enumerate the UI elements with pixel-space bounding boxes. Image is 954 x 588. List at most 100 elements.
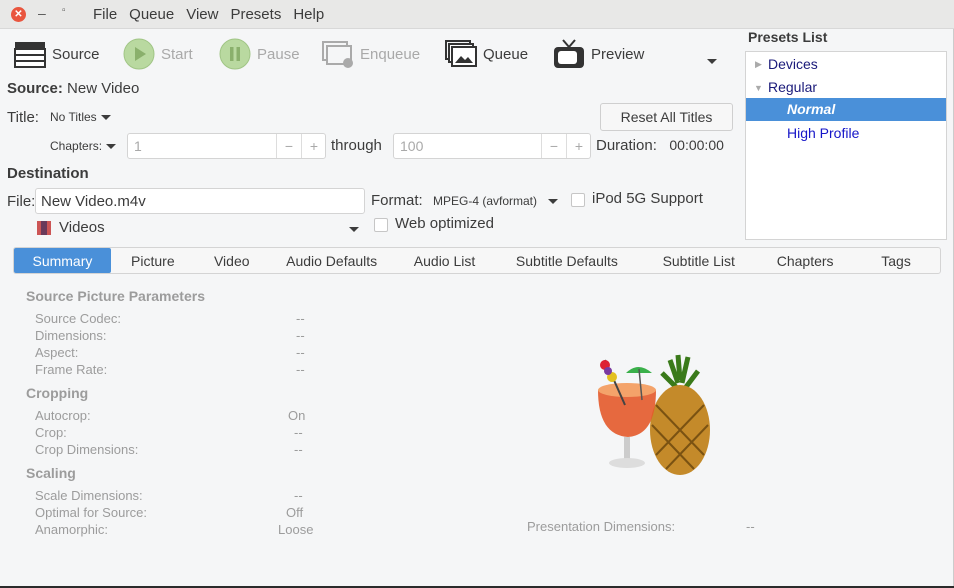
handbrake-logo-icon (598, 354, 710, 475)
tab-tags[interactable]: Tags (852, 248, 940, 273)
play-icon (123, 38, 155, 70)
increment-button[interactable]: + (301, 134, 326, 158)
maximize-button[interactable]: ▫ (62, 5, 66, 16)
title-select[interactable]: No Titles (46, 106, 115, 128)
reset-all-titles-button[interactable]: Reset All Titles (600, 103, 733, 131)
start-label: Start (161, 45, 193, 63)
file-value: New Video.m4v (41, 193, 146, 210)
format-select[interactable]: MPEG-4 (avformat) (429, 190, 563, 212)
format-value: MPEG-4 (avformat) (433, 194, 538, 208)
start-button[interactable]: Start (123, 38, 193, 70)
crop-value: -- (294, 425, 303, 440)
queue-button[interactable]: Queue (445, 40, 528, 68)
title-label: Title: (7, 109, 39, 126)
folder-value: Videos (59, 219, 105, 236)
tab-bar: Summary Picture Video Audio Defaults Aud… (13, 247, 941, 274)
preset-high-profile[interactable]: High Profile (787, 125, 859, 141)
duration-label: Duration: (596, 137, 657, 154)
frame-rate-value: -- (296, 362, 305, 377)
title-value: No Titles (50, 110, 97, 124)
chapters-mode: Chapters: (50, 139, 103, 153)
source-codec-value: -- (296, 311, 305, 326)
dimensions-label: Dimensions: (35, 328, 107, 343)
enqueue-icon (322, 41, 353, 68)
tab-subtitle-list[interactable]: Subtitle List (639, 248, 758, 273)
tab-video[interactable]: Video (195, 248, 269, 273)
autocrop-label: Autocrop: (35, 408, 91, 423)
decrement-button[interactable]: − (541, 134, 566, 158)
menu-bar: File Queue View Presets Help (93, 6, 336, 23)
chapter-start-spinner[interactable]: 1 − + (127, 133, 326, 159)
source-button[interactable]: Source (14, 40, 100, 68)
chevron-down-icon (349, 227, 359, 232)
crop-label: Crop: (35, 425, 67, 440)
menu-queue[interactable]: Queue (129, 6, 174, 23)
film-folder-icon (37, 221, 51, 235)
file-label: File: (7, 193, 36, 210)
tab-chapters[interactable]: Chapters (758, 248, 852, 273)
tv-icon (554, 39, 584, 68)
enqueue-label: Enqueue (360, 45, 421, 63)
destination-heading: Destination (7, 165, 89, 182)
preset-group-devices[interactable]: Devices (768, 56, 818, 72)
preview-button[interactable]: Preview (553, 38, 644, 70)
toolbar-overflow-dropdown[interactable] (707, 51, 717, 67)
collapse-arrow-icon[interactable]: ▼ (754, 83, 763, 93)
optimal-for-source-label: Optimal for Source: (35, 505, 147, 520)
menu-view[interactable]: View (186, 6, 218, 23)
chapters-mode-select[interactable]: Chapters: (46, 134, 121, 158)
format-label: Format: (371, 192, 423, 209)
queue-icon (445, 40, 477, 67)
expand-arrow-icon[interactable]: ▶ (755, 59, 762, 70)
preview-label: Preview (591, 45, 645, 63)
through-label: through (331, 137, 382, 154)
anamorphic-value: Loose (278, 522, 314, 537)
anamorphic-label: Anamorphic: (35, 522, 108, 537)
pause-button[interactable]: Pause (219, 38, 300, 70)
source-heading: Source: (7, 80, 63, 97)
source-picture-heading: Source Picture Parameters (26, 288, 205, 304)
tab-audio-defaults[interactable]: Audio Defaults (269, 248, 395, 273)
chevron-down-icon (106, 143, 117, 149)
folder-select[interactable]: Videos (37, 219, 363, 239)
decrement-button[interactable]: − (276, 134, 301, 158)
autocrop-value: On (288, 408, 306, 423)
close-button[interactable]: ✕ (11, 7, 26, 22)
enqueue-button[interactable]: Enqueue (322, 40, 420, 68)
title-bar: ✕ – ▫ File Queue View Presets Help (0, 0, 954, 29)
presentation-dimensions-label: Presentation Dimensions: (527, 519, 676, 534)
presentation-dimensions-value: -- (746, 519, 755, 534)
menu-presets[interactable]: Presets (230, 6, 281, 23)
file-input[interactable]: New Video.m4v (35, 188, 365, 214)
preset-normal-label: Normal (787, 101, 836, 117)
web-optimized-checkbox[interactable] (374, 218, 388, 232)
crop-dimensions-label: Crop Dimensions: (35, 442, 139, 457)
menu-file[interactable]: File (93, 6, 117, 23)
chapter-end-spinner[interactable]: 100 − + (393, 133, 591, 159)
chapter-start-value: 1 (134, 138, 142, 154)
cropping-heading: Cropping (26, 385, 89, 401)
increment-button[interactable]: + (566, 134, 591, 158)
tab-summary[interactable]: Summary (14, 248, 111, 273)
tab-audio-list[interactable]: Audio List (395, 248, 495, 273)
tab-subtitle-defaults[interactable]: Subtitle Defaults (494, 248, 639, 273)
chevron-down-icon (548, 198, 559, 204)
scaling-heading: Scaling (26, 465, 76, 481)
aspect-label: Aspect: (35, 345, 79, 360)
preset-normal-selected[interactable]: Normal (746, 98, 946, 121)
presets-tree: ▶ Devices ▼ Regular Normal High Profile (745, 51, 947, 240)
presets-heading: Presets List (748, 29, 828, 45)
preset-group-regular[interactable]: Regular (768, 79, 817, 95)
menu-help[interactable]: Help (293, 6, 324, 23)
frame-rate-label: Frame Rate: (35, 362, 108, 377)
queue-label: Queue (483, 45, 529, 63)
tab-picture[interactable]: Picture (111, 248, 195, 273)
pause-label: Pause (257, 45, 300, 63)
ipod-5g-checkbox[interactable] (571, 193, 585, 207)
chevron-down-icon (100, 114, 111, 120)
source-name: New Video (67, 80, 140, 97)
dimensions-value: -- (296, 328, 305, 343)
minimize-button[interactable]: – (38, 5, 46, 21)
scale-dimensions-value: -- (294, 488, 303, 503)
handbrake-window: ✕ – ▫ File Queue View Presets Help Source St… (0, 0, 954, 586)
